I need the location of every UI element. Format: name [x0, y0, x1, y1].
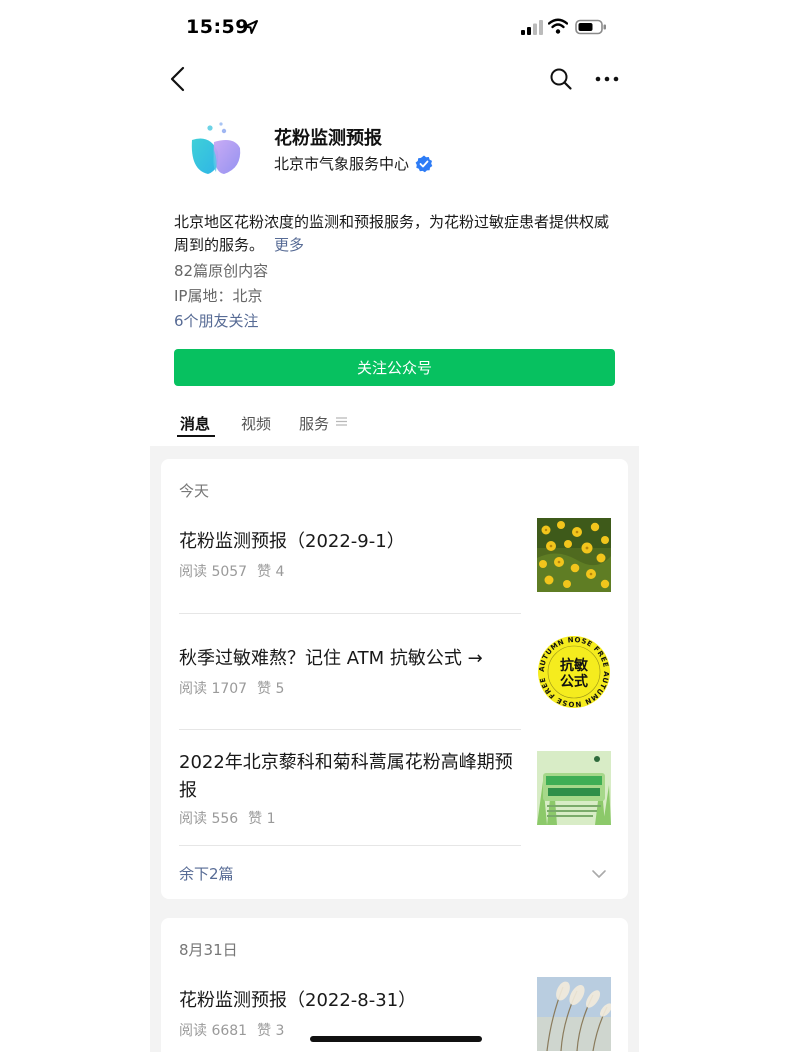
search-icon[interactable] — [549, 67, 573, 91]
tab-videos[interactable]: 视频 — [241, 413, 271, 434]
badge-center-line: 抗敏 — [560, 657, 589, 674]
chevron-down-icon[interactable] — [591, 869, 607, 879]
like-count: 赞 4 — [257, 564, 285, 580]
read-count: 阅读 1707 — [179, 681, 248, 697]
menu-icon[interactable] — [336, 416, 347, 427]
account-name: 花粉监测预报 — [274, 128, 382, 149]
article-stats: 阅读 556 赞 1 — [179, 808, 276, 828]
organization-line: 北京市气象服务中心 — [274, 153, 433, 174]
message-card-today: 今天 花粉监测预报（2022-9-1） 阅读 5057 赞 4 秋季过敏难熬？记… — [161, 459, 628, 899]
article-item[interactable]: 花粉监测预报（2022-9-1） 阅读 5057 赞 4 — [179, 518, 611, 598]
article-stats: 阅读 1707 赞 5 — [179, 678, 284, 698]
badge-center-line: 公式 — [560, 673, 588, 690]
article-thumbnail[interactable] — [537, 751, 611, 825]
account-description: 北京地区花粉浓度的监测和预报服务，为花粉过敏症患者提供权威周到的服务。 更多 — [174, 211, 619, 257]
article-stats: 阅读 5057 赞 4 — [179, 561, 284, 581]
divider — [179, 613, 521, 614]
original-count: 82篇原创内容 — [174, 262, 269, 280]
article-item[interactable]: 秋季过敏难熬？记住 ATM 抗敏公式 → 阅读 1707 赞 5 AUTUMN N… — [179, 635, 611, 715]
app-screen: 15:59 花粉监测预报 北京市气象服务中心 北京地区花粉浓度的监测和预报服务，… — [150, 0, 639, 1052]
like-count: 赞 5 — [257, 681, 285, 697]
article-thumbnail[interactable] — [537, 977, 611, 1051]
more-link[interactable]: 更多 — [274, 236, 304, 254]
read-count: 阅读 556 — [179, 811, 239, 827]
battery-icon — [575, 19, 606, 35]
status-bar: 15:59 — [150, 0, 639, 56]
like-count: 赞 3 — [257, 1023, 285, 1039]
article-title[interactable]: 秋季过敏难熬？记住 ATM 抗敏公式 → — [179, 645, 524, 673]
organization-name: 北京市气象服务中心 — [274, 155, 410, 173]
card-date: 今天 — [179, 482, 210, 500]
article-thumbnail[interactable]: AUTUMN NOSE FREE AUTUMN NOSE FREE 抗敏公式 — [537, 635, 611, 709]
verified-badge-icon — [415, 155, 433, 172]
more-icon[interactable] — [595, 70, 619, 88]
divider — [179, 845, 521, 846]
message-card-aug31: 8月31日 花粉监测预报（2022-8-31） 阅读 6681 赞 3 — [161, 918, 628, 1052]
home-indicator[interactable] — [310, 1036, 482, 1042]
tab-messages[interactable]: 消息 — [180, 413, 210, 434]
like-count: 赞 1 — [248, 811, 276, 827]
account-logo-icon — [191, 122, 241, 174]
divider — [179, 729, 521, 730]
status-time: 15:59 — [186, 16, 249, 38]
description-text: 北京地区花粉浓度的监测和预报服务，为花粉过敏症患者提供权威周到的服务。 — [174, 213, 610, 254]
article-item[interactable]: 2022年北京藜科和菊科蒿属花粉高峰期预报 阅读 556 赞 1 — [179, 749, 611, 839]
follow-button[interactable]: 关注公众号 — [174, 349, 615, 386]
remaining-articles-link[interactable]: 余下2篇 — [179, 863, 234, 884]
article-title[interactable]: 2022年北京藜科和菊科蒿属花粉高峰期预报 — [179, 749, 524, 805]
active-tab-indicator — [177, 435, 215, 437]
card-date: 8月31日 — [179, 941, 238, 959]
location-arrow-icon — [244, 20, 258, 34]
article-thumbnail[interactable] — [537, 518, 611, 592]
read-count: 阅读 6681 — [179, 1023, 248, 1039]
article-title[interactable]: 花粉监测预报（2022-8-31） — [179, 987, 524, 1015]
badge-center-text: 抗敏公式 — [560, 657, 589, 690]
back-icon[interactable] — [168, 66, 188, 92]
friends-following-link[interactable]: 6个朋友关注 — [174, 310, 259, 331]
article-stats: 阅读 6681 赞 3 — [179, 1020, 284, 1040]
ip-location: IP属地：北京 — [174, 287, 263, 305]
message-feed: 今天 花粉监测预报（2022-9-1） 阅读 5057 赞 4 秋季过敏难熬？记… — [150, 446, 639, 1052]
tab-services[interactable]: 服务 — [299, 413, 329, 434]
wifi-icon — [548, 18, 568, 34]
read-count: 阅读 5057 — [179, 564, 248, 580]
article-title[interactable]: 花粉监测预报（2022-9-1） — [179, 528, 524, 556]
cellular-signal-icon — [521, 20, 543, 35]
